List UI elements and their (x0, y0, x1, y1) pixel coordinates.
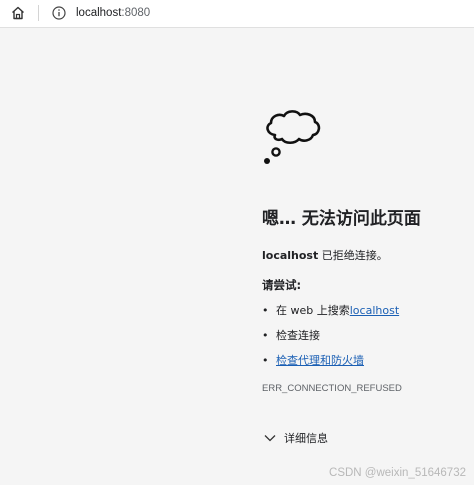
toolbar-divider (38, 5, 39, 21)
bullet: • (262, 303, 269, 317)
error-title: 嗯… 无法访问此页面 (262, 209, 421, 229)
url-host: localhost (76, 7, 122, 19)
bullet: • (262, 353, 269, 367)
suggestion-proxy-firewall: • 检查代理和防火墙 (262, 352, 364, 368)
home-button[interactable] (9, 4, 27, 22)
suggestion-search: • 在 web 上搜索 localhost (262, 302, 399, 318)
chevron-down-icon (264, 435, 276, 442)
check-proxy-firewall-link[interactable]: 检查代理和防火墙 (276, 352, 364, 368)
thought-cloud-icon (264, 110, 321, 164)
info-icon[interactable] (52, 6, 66, 20)
details-toggle[interactable]: 详细信息 (262, 430, 328, 446)
url-port: :8080 (121, 7, 151, 19)
bullet: • (262, 328, 269, 342)
watermark: CSDN @weixin_51646732 (329, 467, 466, 479)
url-field[interactable]: localhost:8080 (76, 5, 150, 21)
error-message: localhost 已拒绝连接。 (262, 247, 388, 263)
details-label: 详细信息 (284, 432, 328, 445)
search-localhost-link[interactable]: localhost (350, 304, 399, 317)
error-message-text: 已拒绝连接。 (318, 249, 388, 262)
address-bar: localhost:8080 (0, 0, 474, 28)
suggestion-check-connection-text: 检查连接 (276, 329, 320, 342)
try-heading: 请尝试: (262, 278, 302, 292)
error-host: localhost (262, 249, 319, 262)
home-icon (12, 6, 24, 20)
suggestion-search-prefix: 在 web 上搜索 (276, 304, 350, 317)
suggestion-check-connection: • 检查连接 (262, 327, 320, 343)
error-code: ERR_CONNECTION_REFUSED (262, 383, 402, 394)
